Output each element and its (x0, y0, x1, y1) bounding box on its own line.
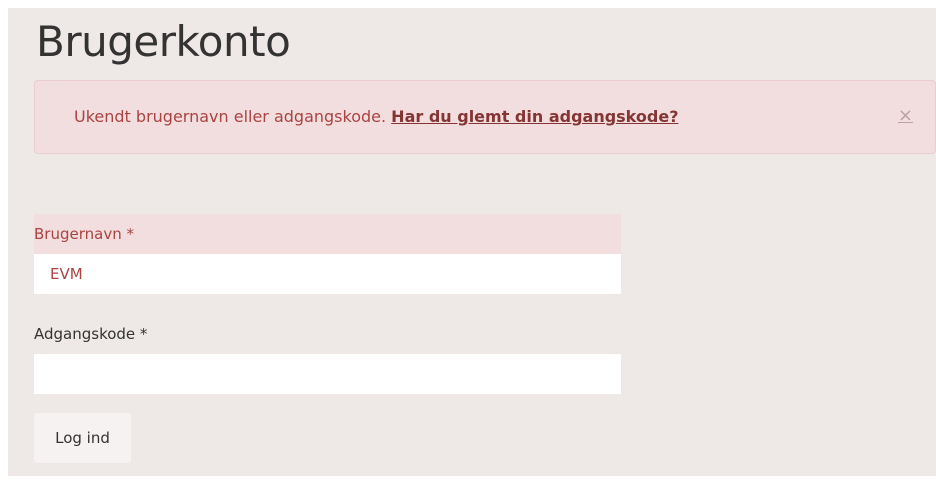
user-account-page: Brugerkonto Ukendt brugernavn eller adga… (8, 8, 936, 476)
close-icon[interactable]: × (898, 107, 913, 125)
error-alert: Ukendt brugernavn eller adgangskode. Har… (34, 80, 936, 154)
forgot-password-link[interactable]: Har du glemt din adgangskode? (391, 107, 678, 126)
alert-message: Ukendt brugernavn eller adgangskode. Har… (74, 107, 678, 126)
username-label-row: Brugernavn * (34, 214, 621, 254)
password-label: Adgangskode * (34, 325, 148, 343)
alert-message-text: Ukendt brugernavn eller adgangskode. (74, 107, 392, 126)
username-label: Brugernavn * (34, 225, 134, 243)
username-input[interactable] (34, 254, 621, 294)
password-input[interactable] (34, 354, 621, 394)
login-button[interactable]: Log ind (34, 413, 131, 463)
page-title: Brugerkonto (36, 17, 291, 66)
